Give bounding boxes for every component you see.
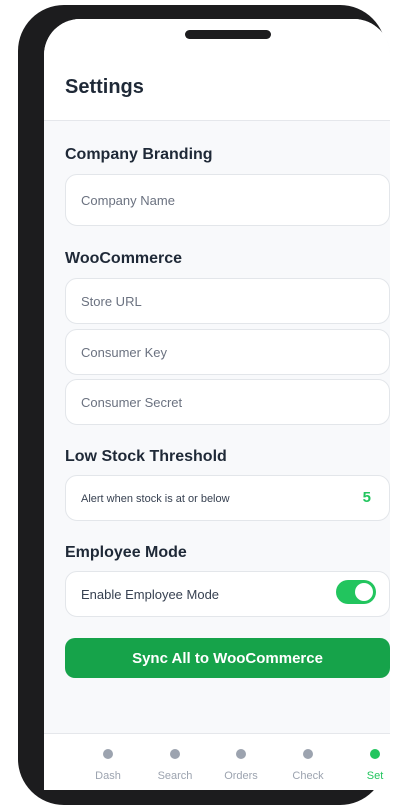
dash-icon xyxy=(103,749,113,759)
consumer-key-input[interactable] xyxy=(65,329,390,375)
orders-icon xyxy=(236,749,246,759)
company-name-input[interactable] xyxy=(65,174,390,226)
section-title-woocommerce: WooCommerce xyxy=(65,250,183,267)
app-screen: Settings Company Branding WooCommerce Lo… xyxy=(44,19,390,790)
employee-mode-row: Enable Employee Mode xyxy=(65,571,390,617)
settings-icon xyxy=(370,749,380,759)
tab-dash[interactable]: Dash xyxy=(78,734,138,790)
tab-orders[interactable]: Orders xyxy=(211,734,271,790)
low-stock-threshold-row: Alert when stock is at or below 5 xyxy=(65,475,390,521)
consumer-secret-input[interactable] xyxy=(65,379,390,425)
search-icon xyxy=(170,749,180,759)
tab-label: Set xyxy=(366,770,384,782)
low-stock-label: Alert when stock is at or below xyxy=(81,493,230,505)
tab-label: Orders xyxy=(224,770,258,782)
tab-label: Check xyxy=(292,770,324,782)
section-title-low-stock: Low Stock Threshold xyxy=(65,448,227,465)
employee-mode-label: Enable Employee Mode xyxy=(81,587,220,602)
notch xyxy=(185,30,271,39)
app-header: Settings xyxy=(44,51,390,121)
tab-label: Search xyxy=(157,770,193,782)
page-title: Settings xyxy=(65,76,144,98)
tab-check[interactable]: Check xyxy=(278,734,338,790)
status-area xyxy=(44,19,390,51)
sync-woocommerce-button[interactable]: Sync All to WooCommerce xyxy=(65,638,390,678)
tab-search[interactable]: Search xyxy=(145,734,205,790)
tab-label: Dash xyxy=(95,770,121,782)
employee-mode-toggle[interactable] xyxy=(336,580,376,604)
section-title-branding: Company Branding xyxy=(65,146,213,163)
check-icon xyxy=(303,749,313,759)
tab-settings[interactable]: Set xyxy=(345,734,390,790)
section-title-employee-mode: Employee Mode xyxy=(65,544,187,561)
low-stock-threshold-value[interactable]: 5 xyxy=(363,489,371,506)
toggle-knob xyxy=(355,583,373,601)
bottom-tab-bar: Dash Search Orders Check Set xyxy=(44,733,390,790)
phone-frame: Settings Company Branding WooCommerce Lo… xyxy=(18,5,390,805)
store-url-input[interactable] xyxy=(65,278,390,324)
